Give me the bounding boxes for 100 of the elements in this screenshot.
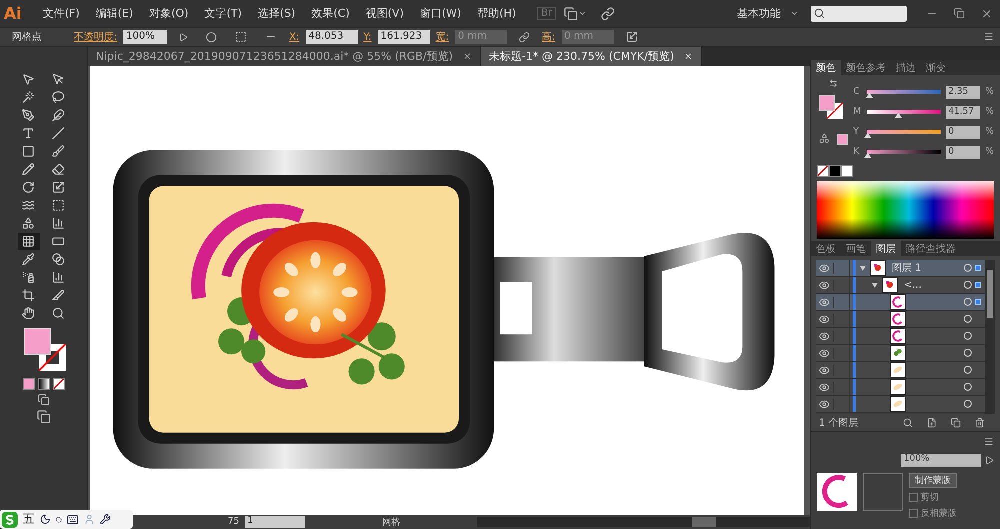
moon-icon[interactable] (40, 514, 51, 525)
channel-value-field[interactable]: 0 (946, 126, 980, 138)
target-circle-icon[interactable] (964, 332, 972, 340)
none-swatch[interactable] (817, 165, 829, 177)
menu-icon[interactable] (984, 32, 994, 42)
target-circle-icon[interactable] (964, 298, 972, 306)
sync-icon[interactable] (601, 6, 616, 20)
panel-tab[interactable]: 渐变 (921, 60, 951, 75)
target-circle-icon[interactable] (964, 349, 972, 357)
horizontal-scrollbar[interactable] (477, 517, 810, 527)
layer-row[interactable] (816, 294, 985, 311)
target-circle-icon[interactable] (964, 383, 972, 391)
layer-row[interactable]: 图层 1 (816, 260, 985, 277)
opacity-label[interactable]: 不透明度: (74, 30, 118, 44)
layer-row[interactable]: <... (816, 277, 985, 294)
preset-swatch[interactable] (829, 165, 841, 177)
color-swatch[interactable] (837, 134, 848, 145)
menu-item[interactable]: 编辑(E) (88, 6, 140, 21)
layer-count: 1 个图层 (819, 416, 860, 430)
page-field[interactable]: 1 (245, 516, 306, 528)
link-icon[interactable] (519, 32, 530, 42)
preset-swatch[interactable] (841, 165, 853, 177)
search-icon[interactable] (903, 418, 913, 428)
channel-value-field[interactable]: 41.57 (946, 106, 980, 118)
workspace-switcher[interactable]: 基本功能 (730, 6, 788, 21)
close-icon[interactable] (981, 8, 993, 20)
none-mode-swatch[interactable] (52, 378, 64, 390)
panel-tab[interactable]: 颜色参考 (841, 60, 891, 75)
fill-swatch[interactable] (819, 95, 835, 111)
x-label[interactable]: X: (289, 32, 300, 42)
menu-item[interactable]: 文件(F) (36, 6, 87, 21)
new-layer-icon[interactable] (951, 418, 961, 428)
arrange-documents-icon[interactable] (564, 6, 588, 20)
layer-thumbnail (890, 294, 906, 310)
color-spectrum[interactable] (817, 181, 994, 239)
restore-icon[interactable] (954, 8, 965, 19)
menu-item[interactable]: 选择(S) (251, 6, 303, 21)
width-label[interactable]: 宽: (436, 30, 450, 44)
trash-icon[interactable] (975, 418, 985, 428)
target-circle-icon[interactable] (964, 366, 972, 374)
gradient-mode-swatch[interactable] (38, 378, 50, 390)
percent-unit: % (985, 127, 994, 137)
slider-thumb[interactable] (866, 93, 874, 98)
menu-item[interactable]: 帮助(H) (470, 6, 524, 21)
new-sublayer-icon[interactable] (927, 418, 937, 428)
panel-tab[interactable]: 描边 (891, 60, 921, 75)
play-icon[interactable] (179, 32, 188, 42)
target-circle-icon[interactable] (964, 264, 972, 272)
menu-item[interactable]: 视图(V) (358, 6, 411, 21)
make-mask-button[interactable]: 制作蒙版 (909, 473, 957, 488)
height-label[interactable]: 高: (542, 30, 556, 44)
mesh-grid-icon[interactable] (18, 233, 40, 250)
x-field[interactable]: 48.053 (306, 30, 358, 44)
wrench-icon[interactable] (100, 514, 111, 525)
document-tab[interactable]: 未标题-1* @ 230.75% (CMYK/预览) (481, 47, 702, 66)
slider-thumb[interactable] (864, 133, 872, 138)
slider-thumb[interactable] (864, 153, 872, 158)
layer-row[interactable] (816, 396, 985, 413)
layer-row[interactable] (816, 362, 985, 379)
target-circle-icon[interactable] (964, 281, 972, 289)
invert-mask-checkbox[interactable]: 反相蒙版 (909, 507, 957, 520)
color-mode-swatch[interactable] (22, 378, 34, 390)
panel-tab[interactable]: 画笔 (841, 241, 871, 256)
panel-tab[interactable]: 色板 (811, 241, 841, 256)
search-field[interactable] (811, 6, 907, 22)
menu-item[interactable]: 效果(C) (304, 6, 357, 21)
transform-icon[interactable] (626, 31, 638, 43)
target-circle-icon[interactable] (964, 400, 972, 408)
fill-swatch[interactable] (24, 328, 50, 355)
target-circle-icon[interactable] (964, 315, 972, 323)
layer-name: <... (904, 280, 923, 290)
input-mode-text[interactable]: 五 (23, 511, 35, 528)
menu-icon[interactable] (984, 436, 994, 448)
layer-row[interactable] (816, 311, 985, 328)
y-label[interactable]: Y: (364, 32, 372, 42)
clip-checkbox[interactable]: 剪切 (909, 491, 957, 504)
opacity-field[interactable]: 100% (901, 454, 981, 467)
layer-row[interactable] (816, 345, 985, 362)
panel-tab[interactable]: 颜色 (811, 60, 841, 75)
play-icon[interactable] (985, 454, 994, 467)
menu-item[interactable]: 文字(T) (198, 6, 250, 21)
panel-tab[interactable]: 路径查找器 (901, 241, 961, 256)
swap-icon[interactable] (829, 79, 838, 88)
close-icon (684, 52, 694, 61)
slider-thumb[interactable] (895, 113, 902, 118)
zoom-value[interactable]: 75 (228, 517, 240, 527)
keyboard-icon[interactable] (67, 514, 79, 526)
channel-value-field[interactable]: 2.35 (946, 86, 980, 98)
y-field[interactable]: 161.923 (378, 30, 430, 44)
layer-row[interactable] (816, 379, 985, 396)
layer-row[interactable] (816, 328, 985, 345)
opacity-field[interactable]: 100% (123, 30, 168, 44)
channel-label: M (853, 107, 862, 117)
menu-item[interactable]: 对象(O) (142, 6, 196, 21)
vertical-scrollbar[interactable] (985, 260, 995, 414)
panel-tab[interactable]: 图层 (871, 241, 901, 256)
channel-value-field[interactable]: 0 (946, 146, 980, 158)
document-tab[interactable]: Nipic_29842067_20190907123651284000.ai* @ 55% (RGB/预览) (88, 47, 482, 66)
caret-icon[interactable] (790, 9, 799, 18)
menu-item[interactable]: 窗口(W) (412, 6, 468, 21)
